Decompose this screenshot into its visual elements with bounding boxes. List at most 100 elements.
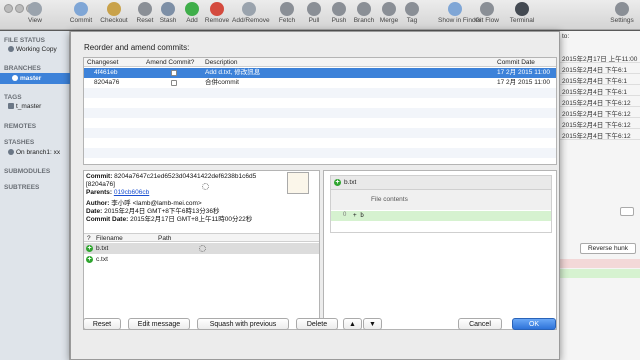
sidebar-item-working-copy[interactable]: Working Copy xyxy=(8,46,57,53)
branch-icon xyxy=(357,2,371,16)
edit-message-button[interactable]: Edit message xyxy=(128,318,190,330)
diff-file-header: + b.txt xyxy=(331,176,551,190)
commit-date-line: Commit Date: 2015年2月17日 GMT+8上午11時00分22秒 xyxy=(86,213,252,223)
history-pane: to: 2015年2月17日 上午11:00 2015年2月4日 下午6:1 2… xyxy=(560,31,640,360)
squash-button[interactable]: Squash with previous xyxy=(197,318,289,330)
column-amend[interactable]: Amend Commit? xyxy=(146,59,194,66)
sidebar-heading-file-status: FILE STATUS xyxy=(4,37,45,44)
changeset-cell: 8204a76 xyxy=(94,79,120,86)
commit-icon xyxy=(74,2,88,16)
toolbar-terminal-button[interactable]: Terminal xyxy=(505,2,539,24)
diff-added-line: 0 + b xyxy=(331,211,551,221)
toolbar-tag-button[interactable]: Tag xyxy=(395,2,429,24)
toolbar-label: Tag xyxy=(406,17,418,24)
commit-hash-line: Commit: 8204a7647c21ed6523d04341422def62… xyxy=(86,173,256,180)
add-remove-icon xyxy=(242,2,256,16)
changeset-cell: 4f461eb xyxy=(94,69,118,76)
ok-button[interactable]: OK xyxy=(512,318,556,330)
commit-list: Changeset Amend Commit? Description Comm… xyxy=(83,57,557,165)
diff-card: + b.txt File contents 0 + b xyxy=(330,175,552,233)
add-icon xyxy=(185,2,199,16)
loading-spinner-icon xyxy=(199,245,206,252)
parent-link[interactable]: 019cb606cb xyxy=(114,189,149,196)
commit-row[interactable]: 8204a76 合併commit 17 2月 2015 11:00 xyxy=(84,78,556,88)
column-path[interactable]: Path xyxy=(158,235,171,242)
to-label: to: xyxy=(562,33,570,40)
tag-icon xyxy=(8,103,14,109)
parents-line: Parents: 019cb606cb xyxy=(86,189,149,196)
move-down-button[interactable]: ▼ xyxy=(363,318,382,330)
toolbar-checkout-button[interactable]: Checkout xyxy=(97,2,131,24)
merge-icon xyxy=(382,2,396,16)
tag-icon xyxy=(405,2,419,16)
file-name: c.txt xyxy=(96,256,108,263)
toolbar-label: Commit xyxy=(69,17,93,24)
sidebar-item-label: On branch1: xx xyxy=(16,149,61,156)
diff-file-name: b.txt xyxy=(344,179,357,186)
hunk-label: File contents xyxy=(371,196,408,203)
checkout-icon xyxy=(107,2,121,16)
toolbar-finder-button[interactable]: Show in Finder xyxy=(438,2,481,24)
commit-row[interactable]: 4f461eb Add d.txt, 修改訊息 17 2月 2015 11:00 xyxy=(84,68,556,78)
commit-date-value: 2015年2月17日 GMT+8上午11時00分22秒 xyxy=(130,216,253,223)
sidebar-item-master[interactable]: master xyxy=(0,73,70,84)
file-added-icon: + xyxy=(86,256,93,263)
reset-icon xyxy=(138,2,152,16)
sidebar-heading-remotes: REMOTES xyxy=(4,123,37,130)
column-description[interactable]: Description xyxy=(205,59,238,66)
branch-icon xyxy=(12,75,18,81)
column-changeset[interactable]: Changeset xyxy=(87,59,118,66)
reverse-hunk-button[interactable]: Reverse hunk xyxy=(580,243,636,254)
toolbar-label: View xyxy=(28,17,42,24)
reset-button[interactable]: Reset xyxy=(83,318,121,330)
commit-date-label: Commit Date: xyxy=(86,216,129,223)
line-text: + b xyxy=(353,212,364,219)
toolbar-remove-button[interactable]: Remove xyxy=(200,2,234,24)
dialog-title: Reorder and amend commits: xyxy=(84,43,190,52)
sidebar-item-stash[interactable]: On branch1: xx xyxy=(8,149,60,156)
toolbar-settings-button[interactable]: Settings xyxy=(605,2,639,24)
toolbar-commit-button[interactable]: Commit xyxy=(64,2,98,24)
amend-checkbox[interactable] xyxy=(171,70,177,76)
toolbar-label: Git Flow xyxy=(475,17,499,24)
column-status[interactable]: ? xyxy=(87,235,91,242)
pull-icon xyxy=(307,2,321,16)
remove-icon xyxy=(210,2,224,16)
fetch-icon xyxy=(280,2,294,16)
toolbar-view-button[interactable]: View xyxy=(18,2,52,24)
file-row[interactable]: + b.txt xyxy=(84,243,319,254)
description-cell: 合併commit xyxy=(205,79,239,86)
toolbar-add-remove-button[interactable]: Add/Remove xyxy=(232,2,270,24)
window-close-button[interactable] xyxy=(4,4,13,13)
sidebar-item-label: t_master xyxy=(16,103,42,110)
gear-icon[interactable] xyxy=(620,207,634,216)
delete-button[interactable]: Delete xyxy=(296,318,338,330)
finder-icon xyxy=(448,2,462,16)
file-row[interactable]: + c.txt xyxy=(84,254,319,265)
cancel-button[interactable]: Cancel xyxy=(458,318,502,330)
toolbar-label: Remove xyxy=(204,17,230,24)
sidebar-heading-branches: BRANCHES xyxy=(4,65,41,72)
parents-label: Parents: xyxy=(86,189,113,196)
file-name: b.txt xyxy=(96,245,109,252)
commit-list-header: Changeset Amend Commit? Description Comm… xyxy=(84,58,556,67)
date-cell: 17 2月 2015 11:00 xyxy=(497,69,551,76)
main-toolbar: View Commit Checkout Reset Stash Add Remove Add… xyxy=(0,0,640,30)
amend-checkbox[interactable] xyxy=(171,80,177,86)
sidebar-item-tag[interactable]: t_master xyxy=(8,103,41,110)
commit-short: [8204a76] xyxy=(86,181,115,188)
file-list-header: ? Filename Path xyxy=(84,233,319,242)
toolbar-git-flow-button[interactable]: Git Flow xyxy=(470,2,504,24)
sidebar-heading-tags: TAGS xyxy=(4,94,22,101)
commit-details-panel: Commit: 8204a7647c21ed6523d04341422def62… xyxy=(83,170,320,330)
diff-panel: + b.txt File contents 0 + b xyxy=(323,170,557,330)
diff-hunk-header: File contents xyxy=(331,190,551,210)
git-flow-icon xyxy=(480,2,494,16)
move-up-button[interactable]: ▲ xyxy=(343,318,362,330)
sidebar-heading-submodules: SUBMODULES xyxy=(4,168,51,175)
working-copy-icon xyxy=(8,46,14,52)
column-commit-date[interactable]: Commit Date xyxy=(497,59,535,66)
column-filename[interactable]: Filename xyxy=(96,235,123,242)
toolbar-label: Terminal xyxy=(509,17,535,24)
commit-label: Commit: xyxy=(86,173,113,180)
